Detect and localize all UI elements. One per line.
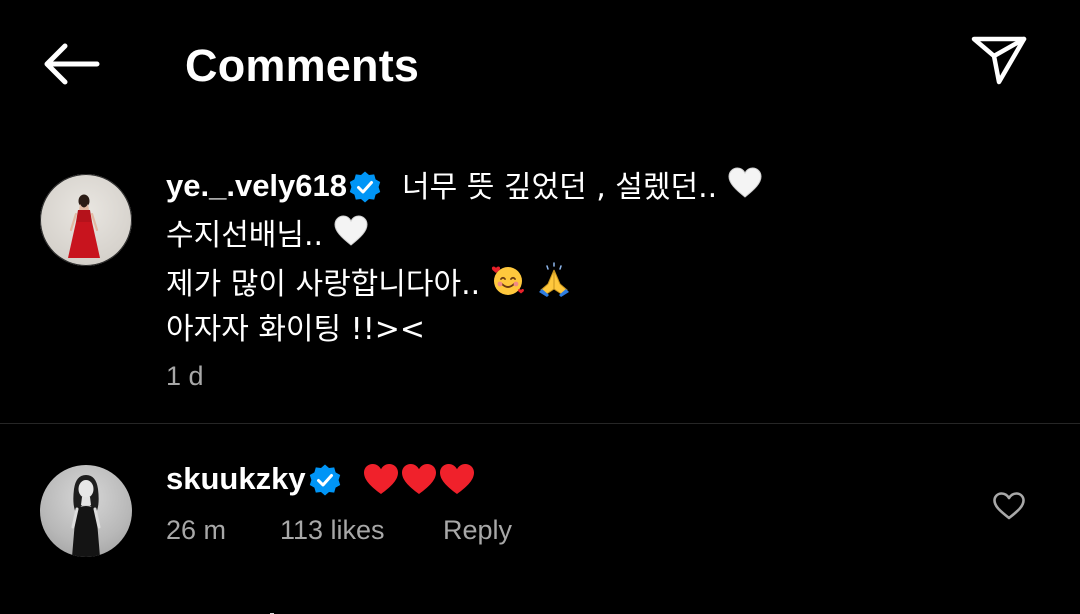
username[interactable]: ye._.vely618 [166,168,347,203]
arrow-left-icon [41,41,101,92]
back-button[interactable] [38,38,104,94]
smiling-face-with-hearts-emoji [490,262,526,309]
folded-hands-emoji [535,262,573,309]
likes-count-link[interactable]: 113 likes [280,512,385,548]
divider [0,423,1080,424]
comment-meta-2: 26 m [166,512,226,548]
white-heart-emoji [333,214,369,259]
heart-outline-icon [992,491,1026,526]
verified-badge-icon [348,170,382,204]
timestamp: 26 m [166,515,227,545]
red-heart-emoji [438,462,476,501]
comment-text: 수지선배님.. [166,218,324,253]
comment-text-line-1: 너무 뜻 깊었던 , 설렜던.. [402,166,763,211]
comment-text: 제가 많이 사랑합니다아.. [166,267,481,302]
avatar[interactable] [40,174,132,266]
verified-badge-icon [308,463,342,497]
like-button[interactable] [988,488,1030,528]
avatar-photo [68,194,100,258]
next-comment-preview [262,607,552,614]
comment-text: 너무 뜻 깊었던 , 설렜던.. [402,170,718,205]
page-title: Comments [185,40,420,91]
avatar[interactable] [40,465,132,557]
comment-text-line-3: 제가 많이 사랑합니다아.. [166,262,573,309]
avatar-photo [71,475,101,557]
comment-header-1: ye._.vely618 [166,166,347,206]
comment-text: 아자자 화이팅 !!>< [166,312,425,347]
paper-plane-icon [970,34,1028,91]
comment-header-2: skuukzky [166,459,306,499]
red-heart-emoji [400,462,438,501]
timestamp: 1 d [166,361,204,391]
comment-meta-1: 1 d [166,358,204,394]
share-button[interactable] [966,32,1032,92]
comment-text-line-4: 아자자 화이팅 !!>< [166,310,425,350]
white-heart-emoji [727,166,763,211]
comment-text-line-2: 수지선배님.. [166,214,369,259]
reply-button[interactable]: Reply [443,512,512,548]
red-heart-emoji [362,462,400,501]
comment-text-2 [362,462,476,501]
username[interactable]: skuukzky [166,461,306,496]
